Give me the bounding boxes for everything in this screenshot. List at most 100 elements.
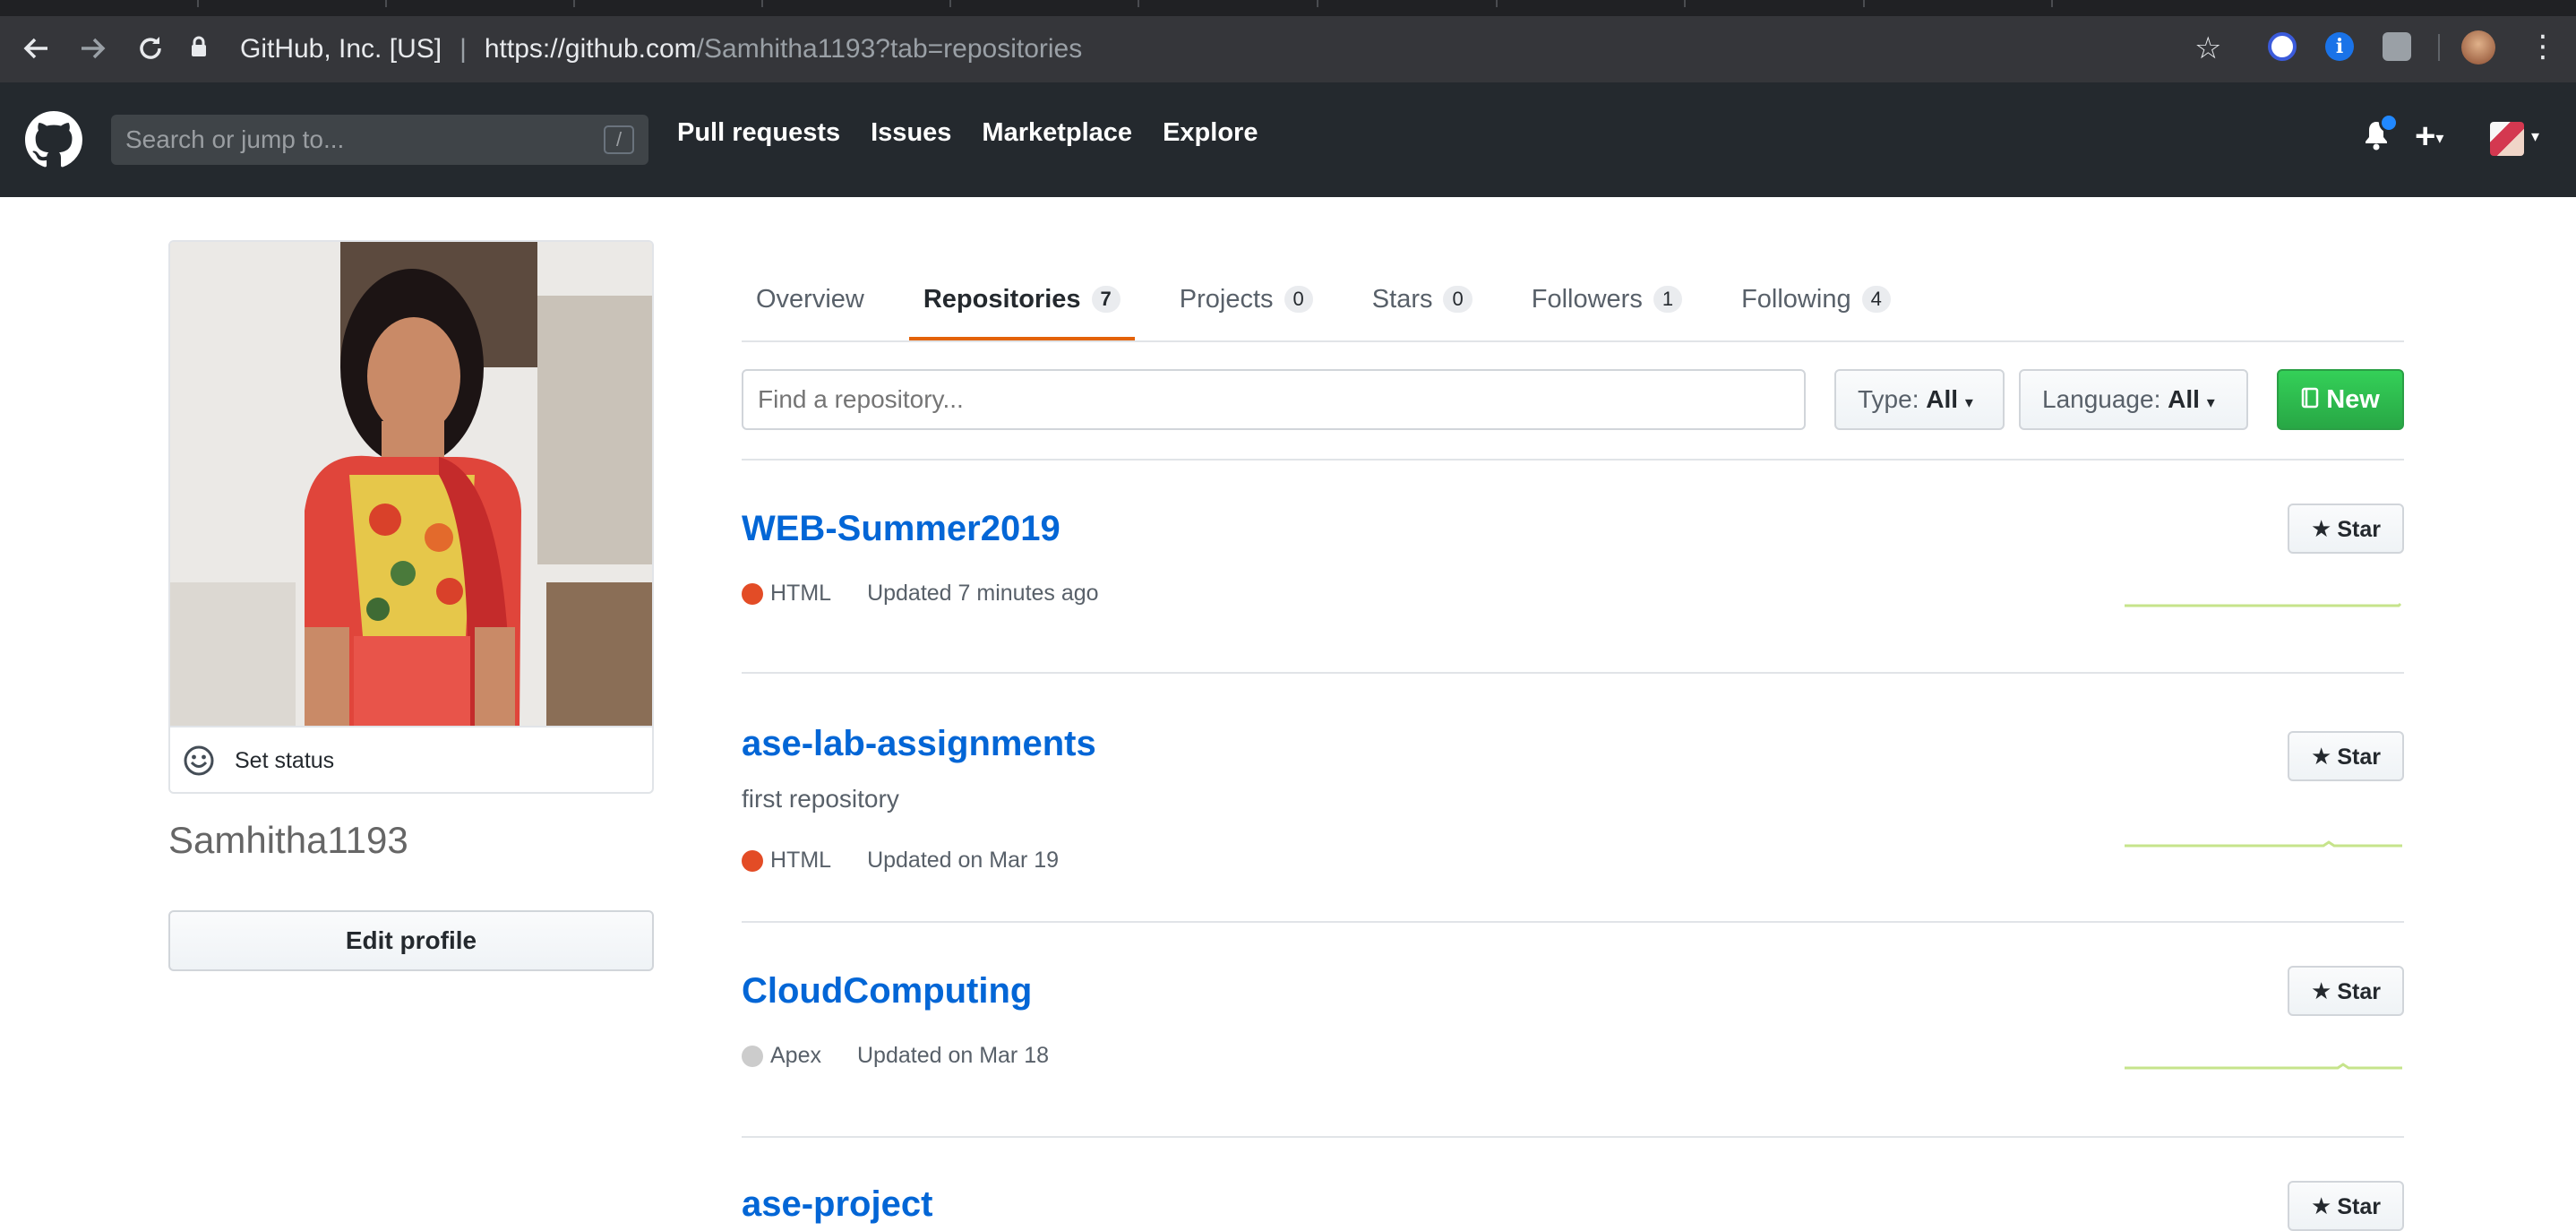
site-identity: GitHub, Inc. [US]: [240, 34, 442, 64]
browser-toolbar: GitHub, Inc. [US] | https://github.com/S…: [0, 16, 2576, 82]
forward-icon[interactable]: [75, 30, 111, 66]
unread-indicator: [2379, 113, 2399, 133]
tab-label: Followers: [1531, 284, 1643, 314]
extension-icon[interactable]: [2268, 32, 2297, 61]
edit-profile-button[interactable]: Edit profile: [168, 910, 654, 971]
tab-repositories[interactable]: Repositories 7: [908, 260, 1135, 340]
tab-following[interactable]: Following 4: [1727, 260, 1905, 339]
repo-book-icon: [2301, 385, 2326, 414]
nav-pull-requests[interactable]: Pull requests: [677, 118, 840, 148]
repo-language: Apex: [770, 1043, 821, 1068]
star-button[interactable]: ★ Star: [2288, 1181, 2404, 1231]
repo-name-link[interactable]: CloudComputing: [742, 971, 1032, 1011]
tab-separator: [1317, 0, 1318, 7]
activity-sparkline: [2125, 1063, 2402, 1070]
type-filter-label: Type:: [1858, 385, 1919, 413]
search-placeholder: Search or jump to...: [125, 125, 345, 153]
language-color-dot: [742, 849, 763, 872]
omnibox-divider: |: [459, 34, 467, 64]
tab-counter: 0: [1284, 286, 1313, 313]
chevron-down-icon: ▾: [2435, 128, 2444, 147]
search-shortcut-key: /: [604, 125, 634, 154]
language-color-dot: [742, 1045, 763, 1067]
tab-label: Projects: [1179, 284, 1274, 314]
reload-icon[interactable]: [133, 30, 168, 66]
repo-meta: HTML Updated 7 minutes ago: [742, 581, 1099, 607]
tab-label: Following: [1741, 284, 1851, 314]
star-icon: ★: [2311, 515, 2332, 542]
nav-issues[interactable]: Issues: [871, 118, 951, 148]
lock-icon: [190, 36, 222, 64]
repo-updated: Updated 7 minutes ago: [867, 581, 1099, 606]
url-host: https://github.com: [484, 34, 697, 64]
tab-counter: 4: [1861, 286, 1891, 313]
star-label: Star: [2337, 1194, 2381, 1219]
type-filter-dropdown[interactable]: Type: All ▾: [1834, 369, 2005, 430]
star-button[interactable]: ★ Star: [2288, 731, 2404, 781]
find-repository-input[interactable]: [742, 369, 1806, 430]
activity-sparkline: [2125, 602, 2402, 607]
github-header: Search or jump to... / Pull requests Iss…: [0, 82, 2576, 197]
browser-tabstrip: [0, 0, 2576, 16]
repo-list-item: ase-project ★ Star: [742, 1138, 2404, 1231]
profile-avatar-card: Set status: [168, 240, 654, 794]
repo-name-link[interactable]: ase-lab-assignments: [742, 724, 1096, 764]
repo-description: first repository: [742, 785, 899, 813]
repo-list-item: CloudComputing Apex Updated on Mar 18 ★ S…: [742, 923, 2404, 1138]
repo-name-link[interactable]: ase-project: [742, 1184, 932, 1225]
language-filter-label: Language:: [2042, 385, 2161, 413]
user-avatar-menu[interactable]: [2490, 122, 2524, 156]
star-icon: ★: [2311, 977, 2332, 1004]
back-icon[interactable]: [18, 30, 54, 66]
create-new-menu[interactable]: +▾: [2415, 116, 2443, 157]
github-logo-icon[interactable]: [25, 111, 82, 168]
tab-counter: 0: [1443, 286, 1473, 313]
tab-separator: [1496, 0, 1498, 7]
language-filter-dropdown[interactable]: Language: All ▾: [2019, 369, 2248, 430]
chevron-down-icon: ▾: [2206, 393, 2215, 411]
repo-updated: Updated on Mar 19: [867, 848, 1060, 873]
address-bar[interactable]: GitHub, Inc. [US] | https://github.com/S…: [190, 25, 2232, 73]
profile-username: Samhitha1193: [168, 819, 408, 861]
bookmark-star-icon[interactable]: ☆: [2194, 30, 2221, 66]
tab-stars[interactable]: Stars 0: [1358, 260, 1487, 339]
language-filter-value: All: [2168, 385, 2200, 413]
star-button[interactable]: ★ Star: [2288, 966, 2404, 1016]
set-status-label: Set status: [235, 747, 335, 773]
chevron-down-icon[interactable]: ▾: [2531, 127, 2539, 146]
repository-filter-bar: Type: All ▾ Language: All ▾ New: [742, 369, 2404, 461]
language-color-dot: [742, 582, 763, 605]
nav-explore[interactable]: Explore: [1163, 118, 1258, 148]
info-extension-icon[interactable]: i: [2325, 32, 2354, 61]
tab-counter: 1: [1653, 286, 1683, 313]
tab-counter: 7: [1091, 286, 1121, 313]
extension-icon[interactable]: [2383, 32, 2411, 61]
tab-projects[interactable]: Projects 0: [1165, 260, 1327, 339]
repo-list-item: WEB-Summer2019 HTML Updated 7 minutes ag…: [742, 461, 2404, 674]
type-filter-value: All: [1926, 385, 1959, 413]
browser-profile-avatar[interactable]: [2461, 30, 2495, 65]
url-path: /Samhitha1193?tab=repositories: [696, 34, 1083, 64]
tab-separator: [1138, 0, 1139, 7]
tab-separator: [573, 0, 575, 7]
repo-name-link[interactable]: WEB-Summer2019: [742, 509, 1060, 549]
new-repository-button[interactable]: New: [2277, 369, 2404, 430]
nav-marketplace[interactable]: Marketplace: [982, 118, 1132, 148]
search-input[interactable]: Search or jump to... /: [111, 115, 648, 165]
set-status-button[interactable]: Set status: [170, 726, 652, 792]
star-label: Star: [2337, 517, 2381, 542]
star-button[interactable]: ★ Star: [2288, 504, 2404, 554]
tab-label: Overview: [756, 284, 864, 314]
star-label: Star: [2337, 745, 2381, 770]
repo-language: HTML: [770, 581, 832, 606]
profile-avatar[interactable]: [170, 242, 652, 726]
kebab-menu-icon[interactable]: ⋮: [2528, 29, 2558, 65]
header-nav: Pull requests Issues Marketplace Explore: [677, 118, 1288, 148]
repo-updated: Updated on Mar 18: [856, 1043, 1050, 1068]
star-icon: ★: [2311, 1192, 2332, 1219]
tab-separator: [761, 0, 763, 7]
star-icon: ★: [2311, 743, 2332, 770]
tab-followers[interactable]: Followers 1: [1517, 260, 1696, 339]
tab-overview[interactable]: Overview: [742, 260, 879, 339]
tab-separator: [197, 0, 199, 7]
